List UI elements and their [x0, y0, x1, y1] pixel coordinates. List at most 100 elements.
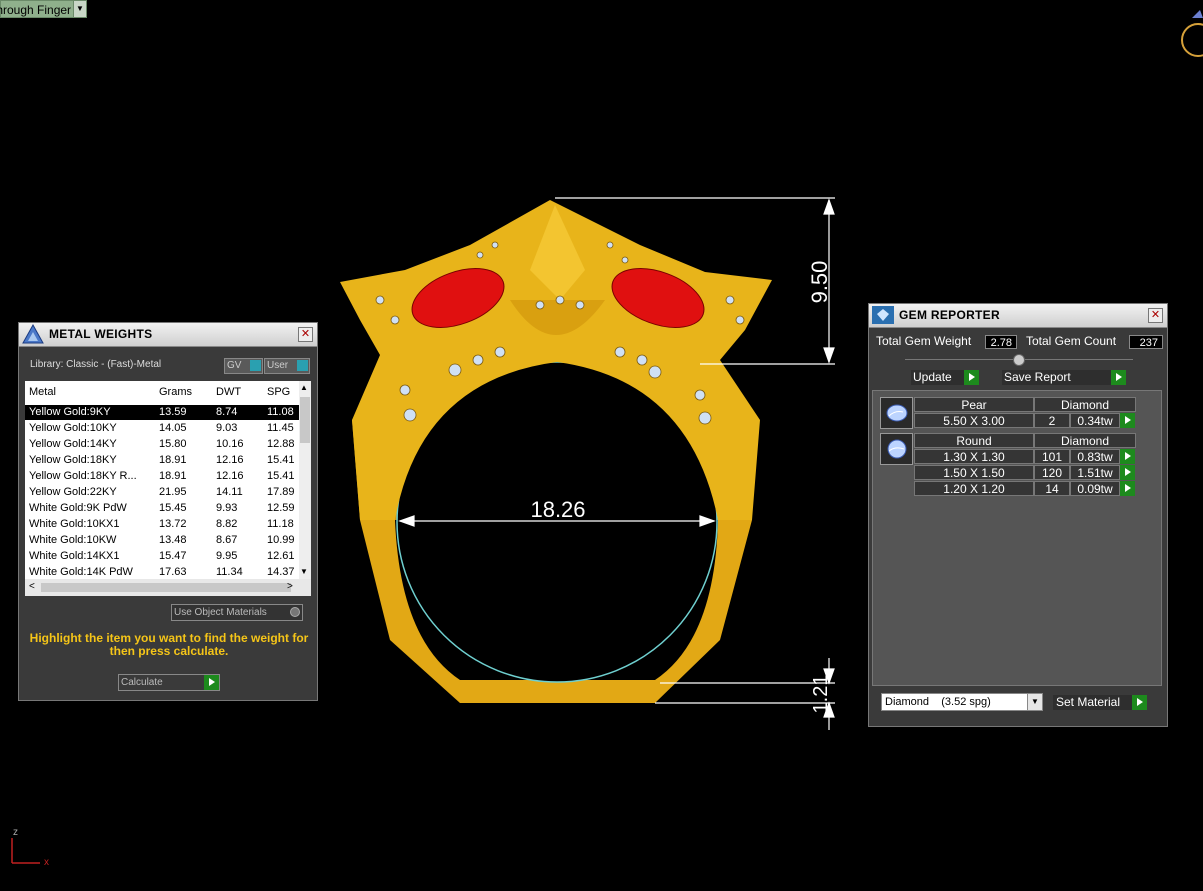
metal-weights-titlebar[interactable]: METAL WEIGHTS ✕	[19, 323, 317, 347]
gem-reporter-title: GEM REPORTER	[899, 308, 1000, 322]
spg-value: 10.99	[267, 534, 295, 546]
close-icon[interactable]: ✕	[298, 327, 313, 342]
metal-name: Yellow Gold:14KY	[29, 438, 117, 450]
metal-name: White Gold:10KW	[29, 534, 117, 546]
spg-value: 17.89	[267, 486, 295, 498]
metal-table-row[interactable]: Yellow Gold:22KY 21.95 14.11 17.89	[25, 485, 299, 500]
dwt-value: 12.16	[216, 470, 244, 482]
total-gem-weight-label: Total Gem Weight	[876, 334, 972, 348]
gv-toggle-icon	[250, 360, 261, 371]
gem-count: 14	[1034, 481, 1070, 496]
dwt-value: 12.16	[216, 454, 244, 466]
group-material-pear: Diamond	[1034, 397, 1136, 412]
group-shape-round: Round	[914, 433, 1034, 448]
total-gem-count-value: 237	[1129, 335, 1163, 349]
metal-table-row[interactable]: White Gold:14K PdW 17.63 11.34 14.37	[25, 565, 299, 580]
metal-table-row[interactable]: Yellow Gold:14KY 15.80 10.16 12.88	[25, 437, 299, 452]
use-object-materials-label: Use Object Materials	[174, 607, 267, 618]
close-icon[interactable]: ✕	[1148, 308, 1163, 323]
spg-value: 11.45	[267, 422, 294, 434]
gem-weight: 0.34tw	[1070, 413, 1120, 428]
vertical-scrollbar[interactable]: ▲ ▼	[299, 381, 311, 579]
material-select[interactable]: Diamond (3.52 spg) ▼	[881, 693, 1043, 711]
metal-table-row[interactable]: Yellow Gold:10KY 14.05 9.03 11.45	[25, 421, 299, 436]
round-gem-icon	[880, 433, 913, 465]
spg-value: 14.37	[267, 566, 295, 578]
material-select-value: Diamond (3.52 spg)	[885, 696, 991, 708]
gem-weight: 0.09tw	[1070, 481, 1120, 496]
grams-value: 14.05	[159, 422, 187, 434]
horizontal-thumb[interactable]	[41, 583, 291, 592]
metal-table-row[interactable]: White Gold:10KX1 13.72 8.82 11.18	[25, 517, 299, 532]
calculate-label: Calculate	[121, 677, 163, 688]
chevron-down-icon[interactable]: ▼	[1027, 694, 1042, 710]
dwt-value: 9.03	[216, 422, 238, 434]
gem-size: 1.20 X 1.20	[914, 481, 1034, 496]
spg-value: 15.41	[267, 454, 295, 466]
col-spg[interactable]: SPG	[267, 385, 290, 400]
play-icon[interactable]	[1120, 481, 1135, 496]
calculate-button[interactable]: Calculate	[118, 674, 220, 691]
metal-name: White Gold:14KX1	[29, 550, 120, 562]
grams-value: 18.91	[159, 470, 187, 482]
dimension-inner-diameter: 18.26	[530, 497, 585, 522]
radio-icon	[290, 607, 300, 617]
axis-z-label: z	[13, 827, 18, 838]
metal-table-row[interactable]: Yellow Gold:18KY 18.91 12.16 15.41	[25, 453, 299, 468]
gem-count: 120	[1034, 465, 1070, 480]
scroll-down-icon[interactable]: ▼	[300, 567, 308, 576]
gv-toggle-label: GV	[227, 360, 242, 371]
play-icon[interactable]	[1120, 413, 1135, 428]
scroll-left-icon[interactable]: <	[29, 581, 35, 592]
play-icon[interactable]	[1120, 449, 1135, 464]
play-icon	[1111, 370, 1126, 385]
collapse-icon[interactable]	[1013, 354, 1025, 366]
scrollbar-thumb[interactable]	[300, 397, 310, 443]
use-object-materials-toggle[interactable]: Use Object Materials	[171, 604, 303, 621]
metal-table-row[interactable]: White Gold:10KW 13.48 8.67 10.99	[25, 533, 299, 548]
save-report-button[interactable]: Save Report	[1002, 370, 1126, 385]
group-material-round: Diamond	[1034, 433, 1136, 448]
horizontal-scrollbar[interactable]: < >	[25, 579, 311, 596]
spg-value: 11.08	[267, 406, 294, 418]
col-dwt[interactable]: DWT	[216, 385, 241, 400]
metal-weights-panel: METAL WEIGHTS ✕ Library: Classic - (Fast…	[18, 322, 318, 701]
user-toggle[interactable]: User	[264, 358, 310, 374]
dwt-value: 9.95	[216, 550, 238, 562]
grams-value: 15.47	[159, 550, 187, 562]
col-grams[interactable]: Grams	[159, 385, 192, 400]
metal-weights-title: METAL WEIGHTS	[49, 327, 153, 341]
metal-table-row[interactable]: White Gold:9K PdW 15.45 9.93 12.59	[25, 501, 299, 516]
set-material-button[interactable]: Set Material	[1053, 695, 1147, 710]
dwt-value: 10.16	[216, 438, 244, 450]
update-button[interactable]: Update	[911, 370, 979, 385]
grams-value: 15.80	[159, 438, 187, 450]
metal-name: Yellow Gold:9KY	[29, 406, 111, 418]
gv-toggle[interactable]: GV	[224, 358, 263, 374]
grams-value: 13.59	[159, 406, 187, 418]
gem-count: 101	[1034, 449, 1070, 464]
spg-value: 12.88	[267, 438, 295, 450]
grams-value: 21.95	[159, 486, 187, 498]
gem-reporter-titlebar[interactable]: GEM REPORTER ✕	[869, 304, 1167, 328]
grams-value: 18.91	[159, 454, 187, 466]
user-toggle-label: User	[267, 360, 289, 371]
set-material-label: Set Material	[1056, 695, 1121, 709]
dimension-bottom: 1.21	[810, 675, 832, 714]
scroll-right-icon[interactable]: >	[287, 581, 293, 592]
dimension-top: 9.50	[807, 261, 832, 304]
axis-x-label: x	[44, 857, 49, 868]
metal-flask-icon	[22, 324, 44, 344]
metal-table-row[interactable]: Yellow Gold:9KY 13.59 8.74 11.08	[25, 405, 299, 420]
col-metal[interactable]: Metal	[29, 385, 56, 400]
metal-table-row[interactable]: White Gold:14KX1 15.47 9.95 12.61	[25, 549, 299, 564]
update-label: Update	[913, 370, 952, 384]
play-icon	[964, 370, 979, 385]
scroll-up-icon[interactable]: ▲	[300, 383, 308, 392]
metal-table-row[interactable]: Yellow Gold:18KY R... 18.91 12.16 15.41	[25, 469, 299, 484]
ring-view-icon[interactable]	[1181, 10, 1203, 57]
metal-name: White Gold:10KX1	[29, 518, 120, 530]
play-icon[interactable]	[1120, 465, 1135, 480]
grams-value: 13.48	[159, 534, 187, 546]
gem-list: Pear Diamond 5.50 X 3.00 2 0.34tw Round …	[872, 390, 1162, 686]
